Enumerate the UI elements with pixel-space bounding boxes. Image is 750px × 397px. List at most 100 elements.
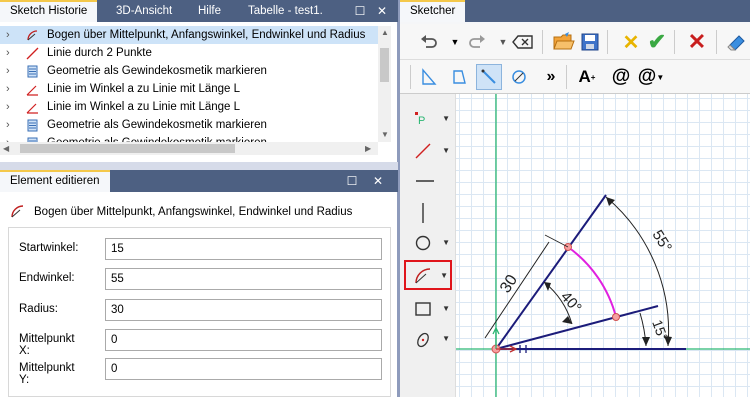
chevron-right-icon[interactable]: › [6, 116, 16, 134]
history-tree: › Bogen über Mittelpunkt, Anfangswinkel,… [0, 26, 378, 156]
line-icon [26, 47, 39, 60]
end-angle-input[interactable] [105, 268, 382, 290]
at-symbol-button[interactable]: @ [608, 64, 634, 90]
scroll-thumb[interactable] [20, 144, 235, 153]
tool-dropdown-icon[interactable]: ▼ [442, 304, 450, 313]
arc-angle-label[interactable]: 40° [557, 288, 585, 316]
tab-element-edit[interactable]: Element editieren [0, 170, 110, 192]
tree-item-label: Geometrie als Gewindekosmetik markieren [47, 65, 267, 77]
tree-item[interactable]: › Geometrie als Gewindekosmetik markiere… [0, 116, 378, 134]
tab-maximize-icon[interactable]: ☐ [352, 3, 368, 19]
parameter-form: Startwinkel: Endwinkel: Radius: Mittelpu… [8, 227, 391, 397]
circle-tool[interactable]: ▼ [404, 230, 452, 256]
accept-check-icon[interactable]: ✔ [644, 29, 670, 55]
line-icon [415, 143, 431, 159]
tool-dropdown-icon[interactable]: ▼ [440, 271, 448, 280]
select-crossing-icon[interactable] [446, 64, 472, 90]
scroll-down-icon[interactable]: ▼ [381, 130, 389, 139]
line-55-degree[interactable] [495, 194, 607, 350]
tab-sketcher[interactable]: Sketcher [400, 0, 466, 22]
more-tools-button[interactable]: » [538, 64, 564, 90]
eraser-icon[interactable] [724, 29, 750, 55]
arc-icon [11, 205, 24, 218]
arc-tool[interactable]: ▼ [404, 260, 452, 290]
scroll-thumb[interactable] [380, 48, 389, 82]
text-tool-label: A [578, 67, 591, 86]
select-rectangle-icon[interactable] [416, 64, 442, 90]
tree-item-label: Bogen über Mittelpunkt, Anfangswinkel, E… [47, 29, 366, 41]
radius-dimension-label[interactable]: 30 [497, 272, 521, 296]
undo-icon[interactable] [416, 29, 442, 55]
tool-dropdown-icon[interactable]: ▼ [442, 334, 450, 343]
horizontal-line-tool[interactable] [404, 168, 452, 194]
line-tool[interactable]: ▼ [404, 138, 452, 164]
start-angle-arrow-icon [642, 337, 650, 346]
radius-input[interactable] [105, 299, 382, 321]
ellipse-tool[interactable]: ▼ [404, 326, 452, 352]
field-label: Mittelpunkt Y: [19, 362, 75, 386]
save-icon[interactable] [577, 29, 603, 55]
panel-close-icon[interactable]: ✕ [370, 173, 386, 189]
rectangle-tool[interactable]: ▼ [404, 296, 452, 322]
backspace-icon[interactable] [510, 29, 536, 55]
tree-horizontal-scrollbar[interactable]: ◀ ▶ [0, 142, 378, 155]
chevron-right-icon[interactable]: › [6, 98, 16, 116]
cancel-yellow-x-icon[interactable]: ✕ [618, 29, 644, 55]
left-tab-strip: Sketch Historie 3D-Ansicht Hilfe Tabelle… [0, 0, 398, 22]
tree-vertical-scrollbar[interactable]: ▲ ▼ [378, 26, 391, 142]
tool-dropdown-icon[interactable]: ▼ [442, 238, 450, 247]
text-tool-button[interactable]: A + [574, 64, 600, 90]
redo-icon[interactable] [464, 29, 490, 55]
select-circle-icon[interactable] [506, 64, 532, 90]
radius-dimension-extension [544, 234, 569, 248]
chevron-right-icon[interactable]: › [6, 44, 16, 62]
center-y-input[interactable] [105, 358, 382, 380]
center-x-input[interactable] [105, 329, 382, 351]
outer-angle-label[interactable]: 55° [649, 227, 675, 255]
tree-item[interactable]: › Linie durch 2 Punkte [0, 44, 378, 62]
close-red-x-icon[interactable]: ✕ [684, 29, 710, 55]
tree-item-label: Linie im Winkel a zu Linie mit Länge L [47, 101, 241, 113]
tab-sketch-history[interactable]: Sketch Historie [0, 0, 98, 22]
start-angle-input[interactable] [105, 238, 382, 260]
field-label: Mittelpunkt X: [19, 333, 75, 357]
tab-help[interactable]: Hilfe [188, 0, 231, 22]
sketch-canvas[interactable]: 30 40° 55° 15° [456, 94, 750, 397]
scroll-up-icon[interactable]: ▲ [381, 28, 389, 37]
vertical-line-tool[interactable] [404, 198, 452, 224]
point-tool[interactable]: P ▼ [404, 106, 452, 132]
field-label: Startwinkel: [19, 242, 79, 254]
tab-close-icon[interactable]: ✕ [374, 3, 390, 19]
scroll-left-icon[interactable]: ◀ [3, 144, 9, 153]
open-folder-icon[interactable] [551, 29, 577, 55]
edit-title: Bogen über Mittelpunkt, Anfangswinkel, E… [34, 206, 353, 218]
tree-item[interactable]: › Linie im Winkel a zu Linie mit Länge L [0, 98, 378, 116]
field-label: Endwinkel: [19, 272, 75, 284]
scroll-right-icon[interactable]: ▶ [365, 144, 371, 153]
tab-3d-view[interactable]: 3D-Ansicht [106, 0, 182, 22]
chevron-right-icon[interactable]: › [6, 62, 16, 80]
tree-item[interactable]: › Bogen über Mittelpunkt, Anfangswinkel,… [0, 26, 378, 44]
arc-start-point[interactable] [612, 313, 620, 321]
sketch-drawing[interactable]: 30 40° 55° 15° [456, 94, 750, 397]
arc-icon [415, 268, 431, 284]
tool-dropdown-icon[interactable]: ▼ [442, 146, 450, 155]
chevron-right-icon[interactable]: › [6, 26, 16, 44]
tool-dropdown-icon[interactable]: ▼ [442, 114, 450, 123]
sketcher-toolbar-main: ▼ ▼ ✕ ✔ ✕ [400, 24, 750, 60]
at-symbol-dropdown-button[interactable]: @ ▼ [638, 64, 664, 90]
panel-maximize-icon[interactable]: ☐ [344, 173, 360, 189]
at-symbol-label: @ [637, 66, 657, 87]
select-line-icon[interactable] [476, 64, 502, 90]
horizontal-line-icon [416, 180, 434, 182]
tree-item[interactable]: › Geometrie als Gewindekosmetik markiere… [0, 62, 378, 80]
chevron-right-icon[interactable]: › [6, 80, 16, 98]
tab-table[interactable]: Tabelle - test1. [238, 0, 333, 22]
tree-item-label: Linie durch 2 Punkte [47, 47, 152, 59]
arc-icon [27, 30, 38, 41]
line-15-degree[interactable] [495, 305, 659, 350]
sketch-history-panel: Sketch Historie 3D-Ansicht Hilfe Tabelle… [0, 0, 398, 162]
tree-item-label: Linie im Winkel a zu Linie mit Länge L [47, 83, 241, 95]
tree-item[interactable]: › Linie im Winkel a zu Linie mit Länge L [0, 80, 378, 98]
tree-item-label: Geometrie als Gewindekosmetik markieren [47, 119, 267, 131]
